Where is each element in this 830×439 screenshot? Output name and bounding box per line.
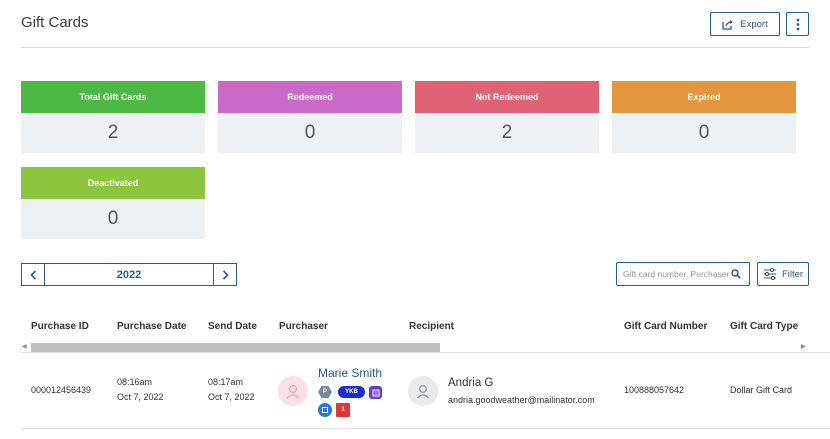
stat-label: Expired [612,81,796,113]
stat-label: Deactivated [21,167,205,199]
count-badge: 1 [336,403,350,417]
vertical-dots-icon [796,18,799,30]
horizontal-scrollbar-thumb[interactable] [31,343,440,352]
purchaser-avatar [278,376,308,406]
stat-redeemed: Redeemed 0 [218,81,402,153]
user-icon [286,384,300,399]
column-header-gift-card-number[interactable]: Gift Card Number [624,321,707,332]
purchase-time: 08:16am [117,377,153,387]
send-time: 08:17am [208,377,244,387]
search-icon[interactable] [731,269,741,279]
scroll-left-arrow[interactable]: ◀ [22,343,27,350]
ykb-badge: YKB [338,386,365,398]
column-header-purchaser[interactable]: Purchaser [279,321,328,332]
column-header-purchase-date[interactable]: Purchase Date [117,321,186,332]
column-header-gift-card-type[interactable]: Gift Card Type [730,321,798,332]
stat-label: Redeemed [218,81,402,113]
sliders-icon [763,268,776,280]
year-value[interactable]: 2022 [45,263,213,286]
export-button[interactable]: Export [710,12,780,36]
filter-label: Filter [781,268,804,280]
document-badge-icon [369,386,382,399]
purchase-id: 000012456439 [31,385,92,395]
scroll-right-arrow[interactable]: ▶ [801,343,806,350]
page-title: Gift Cards [21,14,89,31]
stat-value: 2 [415,113,599,153]
chevron-right-icon [222,269,229,280]
column-header-recipient[interactable]: Recipient [409,321,454,332]
header-divider [21,47,809,48]
row-divider [21,428,830,429]
stat-label: Total Gift Cards [21,81,205,113]
search-input[interactable] [623,269,731,279]
more-options-button[interactable] [786,12,809,36]
stat-label: Not Redeemed [415,81,599,113]
stat-expired: Expired 0 [612,81,796,153]
recipient-name: Andria G [448,377,494,389]
send-date: Oct 7, 2022 [208,392,255,402]
ticket-badge-icon [318,403,332,417]
gift-card-number: 100888057642 [624,385,685,395]
export-label: Export [740,18,768,30]
row-divider [21,352,830,353]
export-icon [722,19,734,30]
user-icon [417,385,429,399]
filter-button[interactable]: Filter [757,262,809,286]
stat-total-gift-cards: Total Gift Cards 2 [21,81,205,153]
p-badge: P [318,386,332,398]
stat-not-redeemed: Not Redeemed 2 [415,81,599,153]
stat-value: 0 [21,199,205,239]
column-header-purchase-id[interactable]: Purchase ID [31,321,89,332]
stat-value: 0 [612,113,796,153]
purchaser-name-link[interactable]: Marie Smith [318,366,382,380]
purchase-date: Oct 7, 2022 [117,392,164,402]
recipient-email: andria.goodweather@mailinator.com [448,395,595,405]
gift-card-type: Dollar Gift Card [730,385,793,395]
chevron-left-icon [29,269,36,280]
year-next-button[interactable] [213,263,237,286]
stat-value: 0 [218,113,402,153]
column-header-send-date[interactable]: Send Date [208,321,257,332]
stat-value: 2 [21,113,205,153]
search-box [616,262,750,286]
stat-deactivated: Deactivated 0 [21,167,205,239]
year-prev-button[interactable] [21,263,45,286]
recipient-avatar [408,376,438,406]
